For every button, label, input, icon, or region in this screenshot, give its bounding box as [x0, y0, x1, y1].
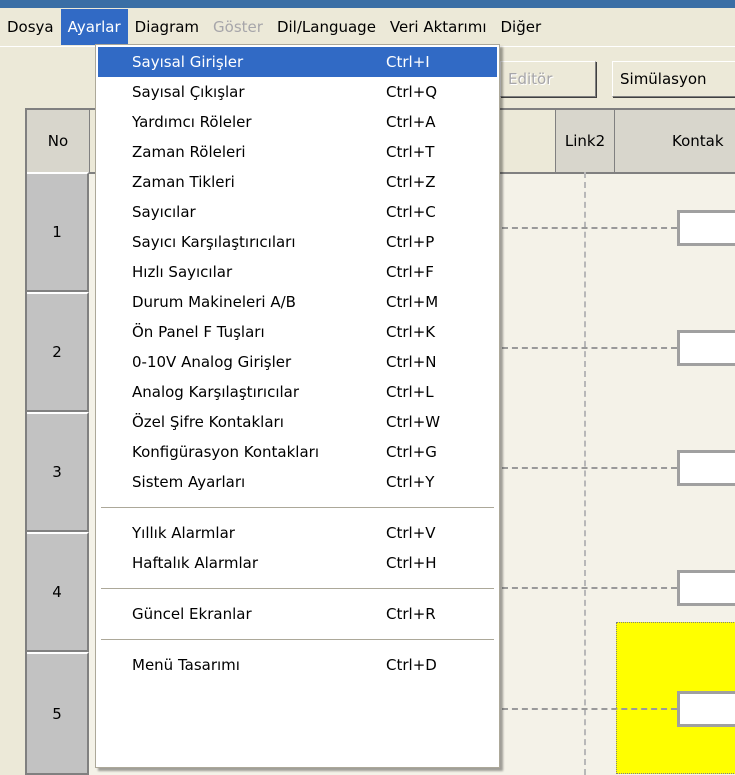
row-number[interactable]: 4 — [27, 532, 89, 652]
menu-item-shortcut: Ctrl+L — [386, 383, 434, 401]
menu-item-label: Ön Panel F Tuşları — [132, 323, 265, 341]
column-header-kontak: Kontak — [615, 110, 735, 174]
row-number-label: 1 — [52, 223, 62, 241]
menu-item-label: Sayıcılar — [132, 203, 196, 221]
menu-item-konfigurasyon-kontaklari[interactable]: Konfigürasyon Kontakları Ctrl+G — [98, 437, 497, 467]
menu-item-label: Yıllık Alarmlar — [132, 524, 235, 542]
menu-item-ozel-sifre-kontaklari[interactable]: Özel Şifre Kontakları Ctrl+W — [98, 407, 497, 437]
menu-diger[interactable]: Diğer — [493, 9, 548, 45]
column-header-no: No — [27, 110, 90, 174]
menu-item-analog-karsilastiricilar[interactable]: Analog Karşılaştırıcılar Ctrl+L — [98, 377, 497, 407]
menu-item-shortcut: Ctrl+F — [386, 263, 434, 281]
menu-item-sayici-karsilastiricilari[interactable]: Sayıcı Karşılaştırıcıları Ctrl+P — [98, 227, 497, 257]
contact-block[interactable] — [677, 450, 735, 486]
contact-block[interactable] — [677, 570, 735, 606]
menu-item-zaman-roleleri[interactable]: Zaman Röleleri Ctrl+T — [98, 137, 497, 167]
row-number[interactable]: 1 — [27, 172, 89, 292]
menu-item-label: Sistem Ayarları — [132, 473, 246, 491]
row-number[interactable]: 5 — [27, 652, 89, 775]
menu-item-label: Güncel Ekranlar — [132, 605, 252, 623]
menu-diagram[interactable]: Diagram — [128, 9, 206, 45]
menu-item-label: Menü Tasarımı — [132, 656, 240, 674]
rung-wire — [502, 467, 677, 469]
column-header-link2: Link2 — [556, 110, 615, 174]
row-number-label: 2 — [52, 343, 62, 361]
editor-button[interactable]: Editör — [500, 61, 596, 97]
menu-item-label: Zaman Tikleri — [132, 173, 235, 191]
menu-item-label: Haftalık Alarmlar — [132, 554, 259, 572]
menu-item-shortcut: Ctrl+N — [386, 353, 437, 371]
row-number[interactable]: 3 — [27, 412, 89, 532]
rung-wire — [502, 347, 677, 349]
menu-item-label: Sayıcı Karşılaştırıcıları — [132, 233, 296, 251]
link2-dashed-line — [584, 172, 586, 775]
menu-bar: Dosya Ayarlar Diagram Göster Dil/Languag… — [0, 8, 735, 46]
menu-item-hizli-sayicilar[interactable]: Hızlı Sayıcılar Ctrl+F — [98, 257, 497, 287]
menu-item-shortcut: Ctrl+Q — [386, 83, 438, 101]
row-number[interactable]: 2 — [27, 292, 89, 412]
menu-item-haftalik-alarmlar[interactable]: Haftalık Alarmlar Ctrl+H — [98, 548, 497, 578]
menu-separator — [101, 507, 494, 508]
menu-item-yillik-alarmlar[interactable]: Yıllık Alarmlar Ctrl+V — [98, 518, 497, 548]
menu-item-shortcut: Ctrl+M — [386, 293, 439, 311]
menu-item-shortcut: Ctrl+Z — [386, 173, 436, 191]
menu-item-sistem-ayarlari[interactable]: Sistem Ayarları Ctrl+Y — [98, 467, 497, 497]
menu-goster[interactable]: Göster — [206, 9, 270, 45]
contact-block[interactable] — [677, 691, 735, 727]
menu-item-shortcut: Ctrl+C — [386, 203, 436, 221]
menu-item-label: 0-10V Analog Girişler — [132, 353, 292, 371]
menu-item-shortcut: Ctrl+Y — [386, 473, 435, 491]
menu-ayarlar[interactable]: Ayarlar — [60, 9, 128, 45]
menu-item-label: Durum Makineleri A/B — [132, 293, 296, 311]
ayarlar-dropdown-menu: Sayısal Girişler Ctrl+I Sayısal Çıkışlar C… — [95, 44, 500, 768]
menu-item-label: Sayısal Çıkışlar — [132, 83, 245, 101]
rung-wire — [502, 708, 677, 710]
menu-item-label: Zaman Röleleri — [132, 143, 246, 161]
menu-item-yardimci-roleler[interactable]: Yardımcı Röleler Ctrl+A — [98, 107, 497, 137]
menu-item-guncel-ekranlar[interactable]: Güncel Ekranlar Ctrl+R — [98, 599, 497, 629]
menu-item-label: Analog Karşılaştırıcılar — [132, 383, 300, 401]
menu-veri-aktarimi[interactable]: Veri Aktarımı — [383, 9, 494, 45]
menu-item-shortcut: Ctrl+W — [386, 413, 441, 431]
menu-item-on-panel-f-tuslari[interactable]: Ön Panel F Tuşları Ctrl+K — [98, 317, 497, 347]
menu-item-shortcut: Ctrl+R — [386, 605, 436, 623]
menu-item-shortcut: Ctrl+I — [386, 53, 430, 71]
menu-separator — [101, 639, 494, 640]
row-number-label: 4 — [52, 583, 62, 601]
menu-item-shortcut: Ctrl+G — [386, 443, 437, 461]
menu-item-shortcut: Ctrl+H — [386, 554, 437, 572]
menu-item-label: Sayısal Girişler — [132, 53, 244, 71]
menu-item-shortcut: Ctrl+T — [386, 143, 435, 161]
menu-item-label: Hızlı Sayıcılar — [132, 263, 233, 281]
menu-item-label: Konfigürasyon Kontakları — [132, 443, 319, 461]
menu-item-sayicilar[interactable]: Sayıcılar Ctrl+C — [98, 197, 497, 227]
menu-item-shortcut: Ctrl+D — [386, 656, 437, 674]
menu-item-menu-tasarimi[interactable]: Menü Tasarımı Ctrl+D — [98, 650, 497, 680]
menu-item-shortcut: Ctrl+P — [386, 233, 435, 251]
rung-wire — [502, 227, 677, 229]
menu-separator — [101, 588, 494, 589]
menu-item-sayisal-girisler[interactable]: Sayısal Girişler Ctrl+I — [98, 47, 497, 77]
rung-wire — [502, 587, 677, 589]
menu-item-shortcut: Ctrl+K — [386, 323, 436, 341]
row-number-label: 3 — [52, 463, 62, 481]
menu-item-zaman-tikleri[interactable]: Zaman Tikleri Ctrl+Z — [98, 167, 497, 197]
window-title-strip — [0, 0, 735, 8]
menu-item-shortcut: Ctrl+A — [386, 113, 436, 131]
menu-item-label: Yardımcı Röleler — [132, 113, 252, 131]
simulation-button[interactable]: Simülasyon — [612, 61, 735, 97]
menu-item-label: Özel Şifre Kontakları — [132, 413, 284, 431]
row-number-label: 5 — [52, 704, 62, 723]
menu-item-sayisal-cikislar[interactable]: Sayısal Çıkışlar Ctrl+Q — [98, 77, 497, 107]
menu-item-analog-girisler[interactable]: 0-10V Analog Girişler Ctrl+N — [98, 347, 497, 377]
menu-dil-language[interactable]: Dil/Language — [270, 9, 383, 45]
menu-item-shortcut: Ctrl+V — [386, 524, 436, 542]
menu-dosya[interactable]: Dosya — [0, 9, 61, 45]
contact-block[interactable] — [677, 330, 735, 366]
menu-item-durum-makineleri[interactable]: Durum Makineleri A/B Ctrl+M — [98, 287, 497, 317]
contact-block[interactable] — [677, 210, 735, 246]
